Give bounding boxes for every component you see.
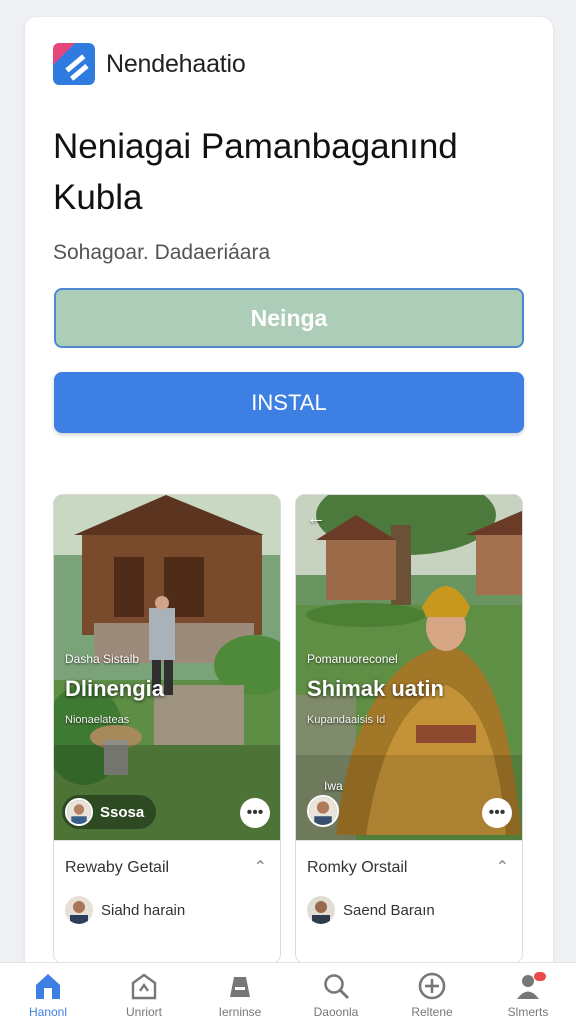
screenshot-overlay-caption: Dasha Sistalb [65, 652, 140, 666]
search-icon [324, 974, 349, 999]
app-subtitle: Sohagoar. Dadaeriáara [53, 241, 271, 264]
app-logo-icon [53, 43, 95, 85]
nav-item-library[interactable]: Ierninse [192, 963, 288, 1024]
avatar[interactable] [307, 795, 339, 827]
nav-item-add[interactable]: Reltene [384, 963, 480, 1024]
screenshot-footer-user[interactable]: Saend Baraın [307, 896, 435, 924]
brand-name: Nendehaatio [106, 49, 246, 78]
screenshot-overlay-caption: Pomanuoreconel [307, 652, 398, 666]
screenshot-footer: Rewaby Getail ⌃ Siahd harain [54, 840, 280, 963]
screenshot-footer-user[interactable]: Siahd harain [65, 896, 185, 924]
nav-item-store[interactable]: Unriort [96, 963, 192, 1024]
app-title: Neniagai Pamanbaganınd Kubla [53, 127, 458, 217]
more-options-icon[interactable]: ••• [482, 798, 512, 828]
screenshot-overlay-tag: Iwa [324, 779, 343, 793]
more-options-icon[interactable]: ••• [240, 798, 270, 828]
notification-badge [534, 972, 546, 981]
chevron-up-icon[interactable]: ⌃ [254, 857, 267, 877]
brand-header: Nendehaatio [53, 43, 246, 85]
nav-label: Hanonl [28, 1005, 68, 1019]
screenshot-user-name: Ssosa [100, 803, 145, 821]
nav-label: Ierninse [218, 1005, 262, 1019]
store-icon [131, 973, 157, 1000]
screenshot-footer-title: Rewaby Getail [65, 859, 170, 876]
screenshot-footer: Romky Orstail ⌃ Saend Baraın [296, 840, 522, 963]
add-circle-icon [418, 972, 446, 1000]
app-detail-card: Nendehaatio Neniagai Pamanbaganınd Kubla… [25, 17, 553, 977]
screenshot-overlay-subcaption: Kupandaaisis Id [307, 714, 386, 726]
nav-label: Slmerts [507, 1005, 549, 1019]
screenshot-card[interactable]: Dasha Sistalb Dlinengia Nionaelateas Sso… [53, 494, 281, 964]
screenshot-footer-title: Romky Orstail [307, 859, 408, 876]
home-icon [36, 974, 60, 999]
screenshot-overlay-subcaption: Nionaelateas [65, 714, 130, 726]
screenshot-user-chip[interactable]: Ssosa [62, 795, 157, 829]
nav-label: Daoonla [313, 1005, 359, 1019]
bottom-navigation: Hanonl Unriort Ierninse Daoonla Reltene [0, 962, 576, 1024]
avatar [307, 896, 335, 924]
screenshot-card[interactable]: ← Pomanuoreconel Shimak uatin Kupandaais… [295, 494, 523, 964]
nav-label: Reltene [411, 1005, 453, 1019]
screenshot-overlay-title: Dlinengia [65, 676, 165, 701]
library-icon [230, 977, 250, 997]
nav-label: Unriort [125, 1005, 162, 1019]
chevron-up-icon[interactable]: ⌃ [496, 857, 509, 877]
install-button[interactable]: INSTAL [54, 372, 524, 433]
open-button[interactable]: Neinga [54, 288, 524, 348]
avatar [65, 798, 93, 826]
nav-item-profile[interactable]: Slmerts [480, 963, 576, 1024]
nav-item-home[interactable]: Hanonl [0, 963, 96, 1024]
screenshot-overlay-title: Shimak uatin [307, 676, 444, 701]
screenshot-image [54, 495, 280, 840]
back-arrow-icon[interactable]: ← [306, 507, 326, 530]
screenshot-footer-user-name: Saend Baraın [343, 901, 435, 919]
nav-item-search[interactable]: Daoonla [288, 963, 384, 1024]
screenshot-footer-user-name: Siahd harain [101, 901, 186, 919]
avatar [65, 896, 93, 924]
